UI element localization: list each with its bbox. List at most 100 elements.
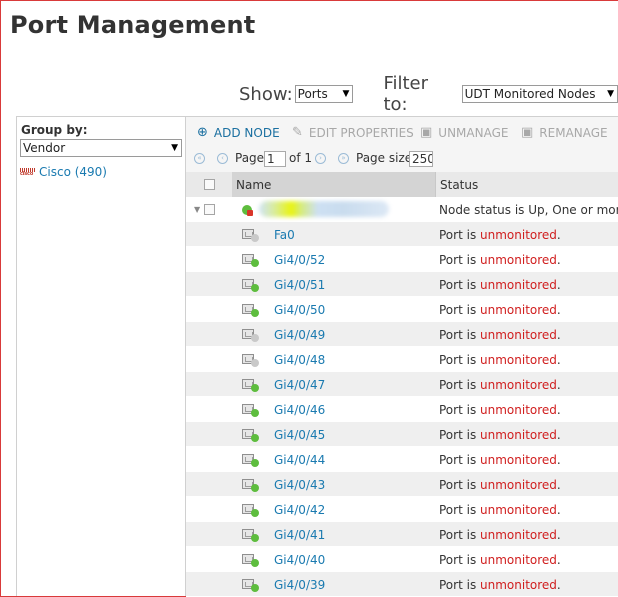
port-name-link[interactable]: Gi4/0/46 xyxy=(274,403,325,417)
port-name-link[interactable]: Gi4/0/52 xyxy=(274,253,325,267)
table-body: ▼ Node status is Up, One or more Fa0 Port… xyxy=(186,197,618,597)
table-row[interactable]: Gi4/0/52 Port is unmonitored. xyxy=(186,247,618,272)
table-header: Name Status xyxy=(186,172,618,197)
table-row[interactable]: Gi4/0/50 Port is unmonitored. xyxy=(186,297,618,322)
remanage-button[interactable]: ▣ REMANAGE xyxy=(521,125,608,140)
port-name-link[interactable]: Gi4/0/43 xyxy=(274,478,325,492)
redacted-node-name xyxy=(259,201,389,217)
port-name-link[interactable]: Gi4/0/51 xyxy=(274,278,325,292)
port-name-link[interactable]: Gi4/0/45 xyxy=(274,428,325,442)
status-unknown-icon xyxy=(251,359,259,367)
port-icon xyxy=(242,302,260,317)
add-node-button[interactable]: ⊕ ADD NODE xyxy=(197,125,280,140)
status-up-icon xyxy=(251,459,259,467)
table-row[interactable]: Gi4/0/46 Port is unmonitored. xyxy=(186,397,618,422)
port-name-link[interactable]: Gi4/0/47 xyxy=(274,378,325,392)
port-status-text: Port is unmonitored. xyxy=(439,553,561,567)
status-up-icon xyxy=(251,584,259,592)
port-name-link[interactable]: Gi4/0/44 xyxy=(274,453,325,467)
page-title: Port Management xyxy=(10,11,256,39)
port-name-link[interactable]: Gi4/0/50 xyxy=(274,303,325,317)
port-name-link[interactable]: Gi4/0/42 xyxy=(274,503,325,517)
node-row[interactable]: ▼ Node status is Up, One or more xyxy=(186,197,618,222)
node-status-text: Node status is Up, One or more xyxy=(439,203,618,217)
vendor-item-cisco[interactable]: cisco Cisco (490) xyxy=(20,165,107,179)
port-name-link[interactable]: Gi4/0/49 xyxy=(274,328,325,342)
page-size-input[interactable]: 250 xyxy=(409,151,433,167)
table-row[interactable]: Gi4/0/44 Port is unmonitored. xyxy=(186,447,618,472)
group-by-label: Group by: xyxy=(21,123,88,137)
page-size-label: Page size xyxy=(356,151,413,165)
column-header-status[interactable]: Status xyxy=(435,172,618,197)
edit-properties-button[interactable]: ✎ EDIT PROPERTIES xyxy=(292,125,414,140)
port-status-text: Port is unmonitored. xyxy=(439,578,561,592)
port-icon xyxy=(242,252,260,267)
group-by-select[interactable]: Vendor ▼ xyxy=(20,139,182,157)
filter-select-value: UDT Monitored Nodes xyxy=(464,87,596,101)
prev-page-icon[interactable]: ‹ xyxy=(217,153,228,164)
table-row[interactable]: Gi4/0/43 Port is unmonitored. xyxy=(186,472,618,497)
table-row[interactable]: Fa0 Port is unmonitored. xyxy=(186,222,618,247)
port-status-text: Port is unmonitored. xyxy=(439,453,561,467)
status-up-icon xyxy=(251,559,259,567)
filter-label: Filter to: xyxy=(383,73,429,115)
port-icon xyxy=(242,577,260,592)
page-label: Page xyxy=(235,151,265,165)
port-name-link[interactable]: Gi4/0/40 xyxy=(274,553,325,567)
chevron-down-icon: ▼ xyxy=(342,89,350,99)
table-row[interactable]: Gi4/0/40 Port is unmonitored. xyxy=(186,547,618,572)
vendor-label[interactable]: Cisco (490) xyxy=(39,165,107,179)
port-status-text: Port is unmonitored. xyxy=(439,478,561,492)
port-name-link[interactable]: Gi4/0/41 xyxy=(274,528,325,542)
table-row[interactable]: Gi4/0/51 Port is unmonitored. xyxy=(186,272,618,297)
port-icon xyxy=(242,477,260,492)
status-up-icon xyxy=(251,284,259,292)
select-all-checkbox[interactable] xyxy=(204,179,215,190)
show-select[interactable]: Ports ▼ xyxy=(294,85,354,103)
status-up-icon xyxy=(251,509,259,517)
status-up-icon xyxy=(251,534,259,542)
port-icon xyxy=(242,352,260,367)
row-checkbox[interactable] xyxy=(204,204,215,215)
port-status-text: Port is unmonitored. xyxy=(439,378,561,392)
expand-arrow-icon[interactable]: ▼ xyxy=(194,205,200,214)
port-icon xyxy=(242,327,260,342)
port-name-link[interactable]: Gi4/0/39 xyxy=(274,578,325,592)
last-page-icon[interactable]: » xyxy=(338,153,349,164)
table-row[interactable]: Gi4/0/48 Port is unmonitored. xyxy=(186,347,618,372)
table-row[interactable]: Gi4/0/49 Port is unmonitored. xyxy=(186,322,618,347)
port-icon xyxy=(242,427,260,442)
table-row[interactable]: Gi4/0/39 Port is unmonitored. xyxy=(186,572,618,597)
port-status-text: Port is unmonitored. xyxy=(439,528,561,542)
column-header-name[interactable]: Name xyxy=(232,172,435,197)
port-status-text: Port is unmonitored. xyxy=(439,428,561,442)
table-row[interactable]: Gi4/0/41 Port is unmonitored. xyxy=(186,522,618,547)
table-row[interactable]: Gi4/0/45 Port is unmonitored. xyxy=(186,422,618,447)
status-up-icon xyxy=(251,384,259,392)
port-status-text: Port is unmonitored. xyxy=(439,328,561,342)
port-icon xyxy=(242,552,260,567)
port-name-link[interactable]: Fa0 xyxy=(274,228,295,242)
port-icon xyxy=(242,277,260,292)
next-page-icon[interactable]: › xyxy=(315,153,326,164)
status-unknown-icon xyxy=(251,234,259,242)
remanage-icon: ▣ xyxy=(521,125,534,140)
plus-circle-icon: ⊕ xyxy=(197,125,208,140)
filter-select[interactable]: UDT Monitored Nodes ▼ xyxy=(461,85,618,103)
cisco-logo-icon: cisco xyxy=(20,168,36,177)
status-up-icon xyxy=(251,259,259,267)
status-up-icon xyxy=(251,309,259,317)
port-status-text: Port is unmonitored. xyxy=(439,503,561,517)
unmanage-label: UNMANAGE xyxy=(438,125,509,140)
status-unknown-icon xyxy=(251,334,259,342)
port-icon xyxy=(242,227,260,242)
table-row[interactable]: Gi4/0/42 Port is unmonitored. xyxy=(186,497,618,522)
group-by-value: Vendor xyxy=(23,141,66,155)
port-name-link[interactable]: Gi4/0/48 xyxy=(274,353,325,367)
first-page-icon[interactable]: « xyxy=(194,153,205,164)
table-row[interactable]: Gi4/0/47 Port is unmonitored. xyxy=(186,372,618,397)
port-status-text: Port is unmonitored. xyxy=(439,228,561,242)
unmanage-button[interactable]: ▣ UNMANAGE xyxy=(420,125,508,140)
page-input[interactable]: 1 xyxy=(264,151,286,167)
remanage-label: REMANAGE xyxy=(539,125,608,140)
